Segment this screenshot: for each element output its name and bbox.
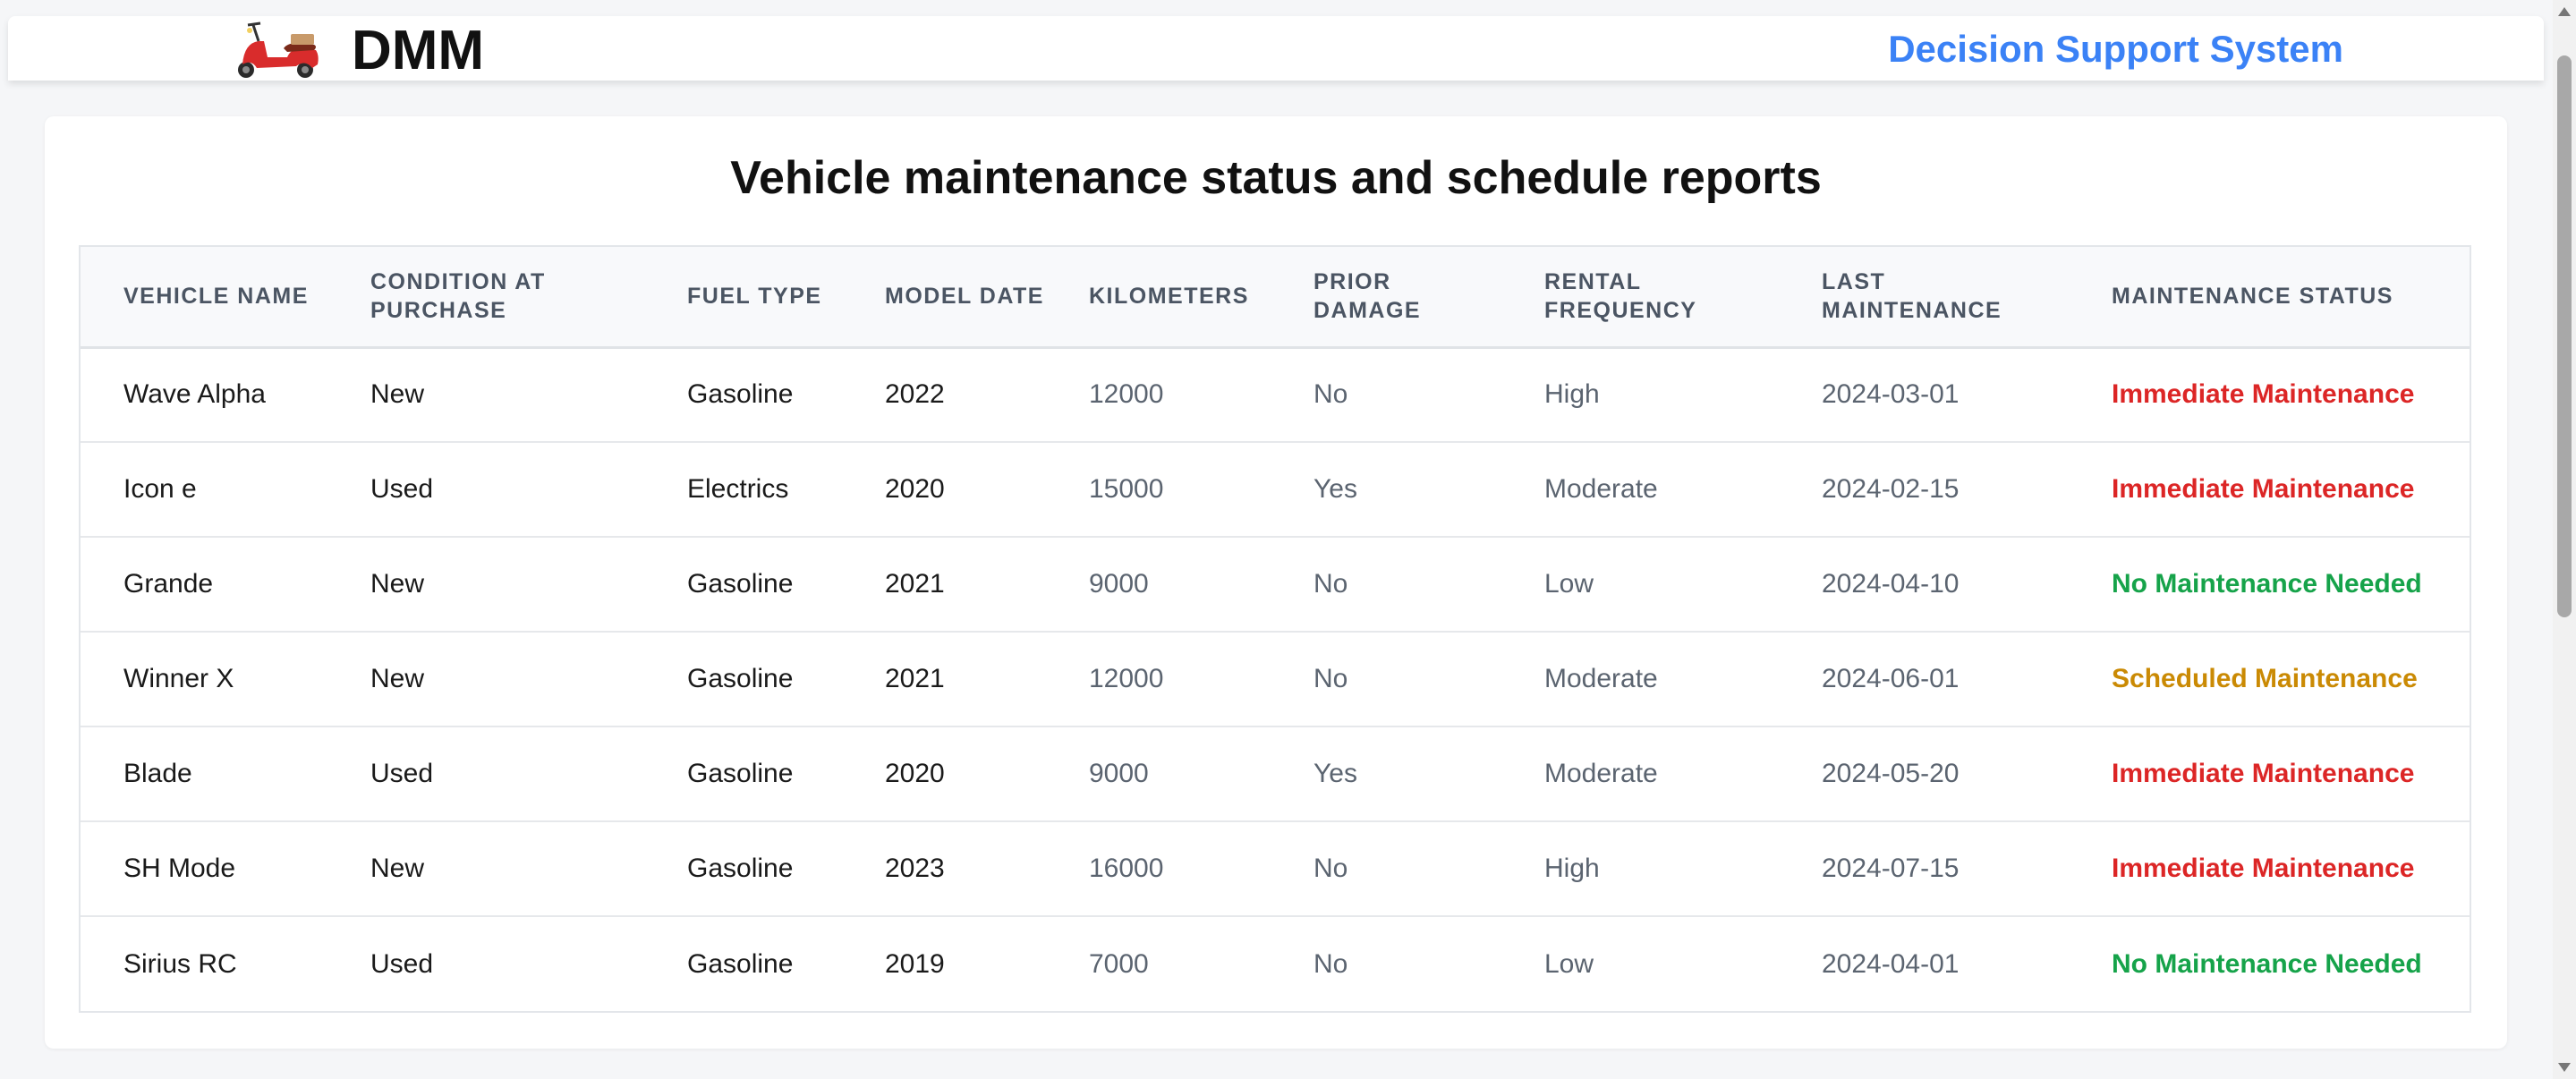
column-header-vehicle-name: VEHICLE NAME <box>123 284 309 309</box>
fuel-type-cell: Gasoline <box>687 569 794 599</box>
prior-damage-cell: No <box>1314 854 1348 883</box>
kilometers-cell: 12000 <box>1089 379 1164 410</box>
last-maintenance-cell: 2024-03-01 <box>1822 379 1960 410</box>
rental-frequency-cell: High <box>1544 854 1600 883</box>
model-date-cell: 2020 <box>885 759 945 788</box>
column-header-kilometers: KILOMETERS <box>1089 284 1249 309</box>
vehicle-name-cell: Sirius RC <box>123 948 237 979</box>
scroll-down-arrow-icon[interactable] <box>2558 1063 2571 1072</box>
model-date-cell: 2023 <box>885 854 945 883</box>
prior-damage-cell: No <box>1314 569 1348 599</box>
column-header-fuel-type: FUEL TYPE <box>687 284 822 309</box>
rental-frequency-cell: Low <box>1544 569 1594 599</box>
condition-cell: New <box>370 569 425 599</box>
vehicle-name-cell: Blade <box>123 759 192 788</box>
table-row[interactable]: Grande New Gasoline 2021 9000 No Low 2024-04-10… <box>81 537 2470 632</box>
table-row[interactable]: Winner X New Gasoline 2021 12000 No Moderate 20… <box>81 632 2470 726</box>
last-maintenance-cell: 2024-02-15 <box>1822 474 1960 504</box>
column-header-rental-frequency: RENTAL FREQUENCY <box>1544 268 1697 324</box>
prior-damage-cell: No <box>1314 379 1348 410</box>
prior-damage-cell: No <box>1314 664 1348 693</box>
model-date-cell: 2020 <box>885 474 945 504</box>
top-header: DMM Decision Support System <box>8 16 2544 81</box>
model-date-cell: 2021 <box>885 569 945 599</box>
fuel-type-cell: Gasoline <box>687 854 794 883</box>
header-title: Decision Support System <box>1888 28 2343 70</box>
column-header-last-maintenance: LAST MAINTENANCE <box>1822 268 2002 324</box>
brand-name[interactable]: DMM <box>352 23 484 79</box>
page: DMM Decision Support System Vehicle main… <box>0 0 2576 1079</box>
vehicle-name-cell: Wave Alpha <box>123 379 266 410</box>
condition-cell: New <box>370 664 425 693</box>
rental-frequency-cell: High <box>1544 379 1600 410</box>
table-row[interactable]: Icon e Used Electrics 2020 15000 Yes Moderate 2… <box>81 442 2470 537</box>
maintenance-status-cell: Immediate Maintenance <box>2112 759 2415 788</box>
model-date-cell: 2019 <box>885 948 945 979</box>
kilometers-cell: 7000 <box>1089 948 1149 979</box>
maintenance-table: VEHICLE NAME CONDITION AT PURCHASE FUEL … <box>81 247 2470 1011</box>
vehicle-name-cell: Winner X <box>123 664 234 693</box>
maintenance-status-cell: Immediate Maintenance <box>2112 379 2415 410</box>
maintenance-status-cell: Scheduled Maintenance <box>2112 664 2418 693</box>
column-header-model-date: MODEL DATE <box>885 284 1044 309</box>
scroll-up-arrow-icon[interactable] <box>2558 7 2571 16</box>
last-maintenance-cell: 2024-06-01 <box>1822 664 1960 693</box>
maintenance-status-cell: Immediate Maintenance <box>2112 474 2415 504</box>
condition-cell: New <box>370 379 425 410</box>
fuel-type-cell: Gasoline <box>687 948 794 979</box>
maintenance-table-container: VEHICLE NAME CONDITION AT PURCHASE FUEL … <box>79 245 2471 1013</box>
fuel-type-cell: Gasoline <box>687 379 794 410</box>
column-header-maintenance-status: MAINTENANCE STATUS <box>2112 284 2393 309</box>
kilometers-cell: 15000 <box>1089 474 1164 504</box>
condition-cell: Used <box>370 759 434 788</box>
model-date-cell: 2022 <box>885 379 945 410</box>
scrollbar-thumb[interactable] <box>2557 55 2572 617</box>
last-maintenance-cell: 2024-04-01 <box>1822 948 1960 979</box>
table-row[interactable]: Sirius RC Used Gasoline 2019 7000 No Low 2024-0… <box>81 916 2470 1011</box>
vehicle-name-cell: Grande <box>123 569 214 599</box>
page-title: Vehicle maintenance status and schedule … <box>730 152 1822 204</box>
last-maintenance-cell: 2024-07-15 <box>1822 854 1960 883</box>
column-header-condition: CONDITION AT PURCHASE <box>370 268 546 324</box>
condition-cell: Used <box>370 474 434 504</box>
table-row[interactable]: Wave Alpha New Gasoline 2022 12000 No High 2024… <box>81 347 2470 442</box>
prior-damage-cell: Yes <box>1314 474 1357 504</box>
rental-frequency-cell: Low <box>1544 948 1594 979</box>
column-header-prior-damage: PRIOR DAMAGE <box>1314 268 1422 324</box>
condition-cell: Used <box>370 948 434 979</box>
maintenance-status-cell: Immediate Maintenance <box>2112 854 2415 883</box>
kilometers-cell: 9000 <box>1089 759 1149 788</box>
vertical-scrollbar[interactable] <box>2553 0 2576 1079</box>
rental-frequency-cell: Moderate <box>1544 664 1658 693</box>
table-header: VEHICLE NAME CONDITION AT PURCHASE FUEL … <box>81 247 2470 347</box>
table-row[interactable]: SH Mode New Gasoline 2023 16000 No High 2024-07… <box>81 821 2470 916</box>
fuel-type-cell: Gasoline <box>687 759 794 788</box>
maintenance-status-cell: No Maintenance Needed <box>2112 948 2422 979</box>
vehicle-name-cell: SH Mode <box>123 854 236 883</box>
model-date-cell: 2021 <box>885 664 945 693</box>
scooter-icon[interactable] <box>234 16 323 81</box>
rental-frequency-cell: Moderate <box>1544 474 1658 504</box>
header-row: VEHICLE NAME CONDITION AT PURCHASE FUEL … <box>81 247 2470 347</box>
table-body: Wave Alpha New Gasoline 2022 12000 No High 2024… <box>81 347 2470 1011</box>
last-maintenance-cell: 2024-04-10 <box>1822 569 1960 599</box>
rental-frequency-cell: Moderate <box>1544 759 1658 788</box>
prior-damage-cell: Yes <box>1314 759 1357 788</box>
condition-cell: New <box>370 854 425 883</box>
kilometers-cell: 16000 <box>1089 854 1164 883</box>
last-maintenance-cell: 2024-05-20 <box>1822 759 1960 788</box>
fuel-type-cell: Electrics <box>687 474 789 504</box>
report-card: Vehicle maintenance status and schedule … <box>45 116 2507 1049</box>
maintenance-status-cell: No Maintenance Needed <box>2112 569 2422 599</box>
table-row[interactable]: Blade Used Gasoline 2020 9000 Yes Moderate 2024… <box>81 726 2470 821</box>
fuel-type-cell: Gasoline <box>687 664 794 693</box>
kilometers-cell: 12000 <box>1089 664 1164 693</box>
vehicle-name-cell: Icon e <box>123 474 197 504</box>
prior-damage-cell: No <box>1314 948 1348 979</box>
kilometers-cell: 9000 <box>1089 569 1149 599</box>
